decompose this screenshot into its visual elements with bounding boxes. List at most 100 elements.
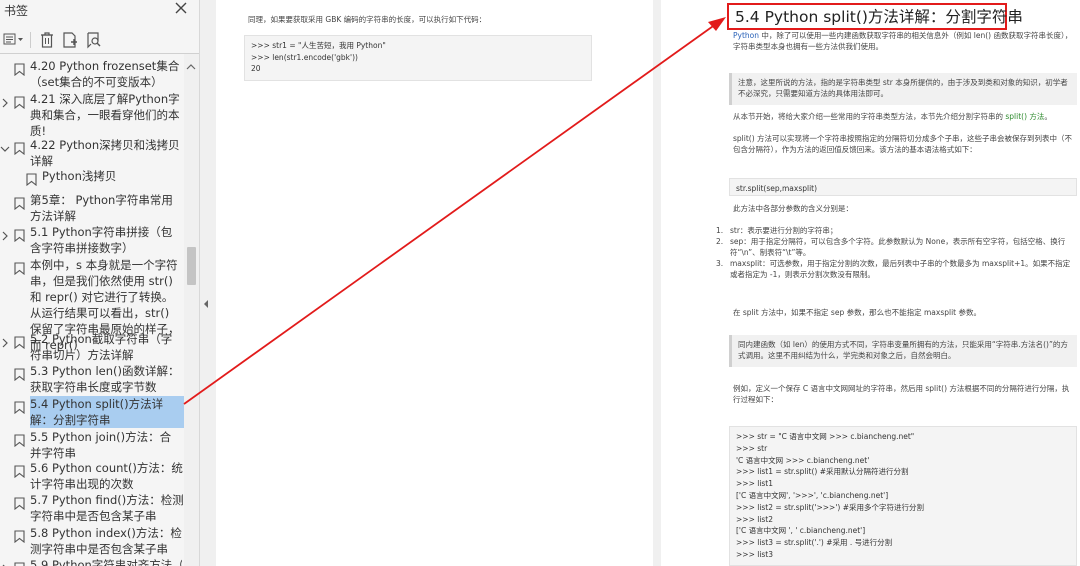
bookmark-icon [14, 366, 25, 382]
code-line: >>> str [736, 443, 768, 453]
bookmark-view-options-icon[interactable] [2, 30, 23, 50]
bookmark-icon [14, 463, 25, 479]
parameter-text: sep：用于指定分隔符，可以包含多个字符。此参数默认为 None，表示所有空字符… [730, 237, 1066, 257]
code-line: >>> list3 = str.split('.') #采用 . 号进行分割 [736, 538, 893, 548]
chevron-right-icon[interactable] [0, 227, 10, 241]
note-text: 同内建函数（如 len）的使用方式不同，字符串变量所拥有的方法，只能采用“字符串… [738, 340, 1068, 360]
code-line: >>> str = "C 语言中文网 >>> c.biancheng.net" [736, 432, 915, 441]
bookmark-icon [14, 260, 25, 276]
bookmark-list: 4.20 Python frozenset集合（set集合的不可变版本） 4.2… [0, 54, 184, 566]
page-paragraph: split() 方法可以实现将一个字符串按照指定的分隔符切分成多个子串，这些子串… [733, 134, 1073, 154]
bookmark-item[interactable]: 4.21 深入底层了解Python字典和集合，一眼看穿他们的本质! [0, 91, 184, 139]
chevron-right-icon[interactable] [0, 94, 10, 108]
delete-bookmark-icon[interactable] [37, 30, 57, 50]
bookmark-item[interactable]: 5.1 Python字符串拼接（包含字符串拼接数字） [0, 224, 184, 256]
parameter-item: 3. maxsplit：可选参数，用于指定分割的次数，最后列表中子串的个数最多为 … [716, 258, 1076, 280]
chevron-right-icon[interactable] [0, 334, 10, 348]
bookmark-icon [14, 560, 25, 566]
list-number: 3. [716, 259, 724, 268]
bookmark-item[interactable]: 第5章： Python字符串常用方法详解 [0, 192, 184, 224]
page-separator [653, 0, 661, 566]
list-number: 2. [716, 237, 724, 246]
bookmark-item[interactable]: 本例中，s 本身就是一个字符串，但是我们依然使用 str() 和 repr() … [0, 257, 184, 352]
parameter-text: maxsplit：可选参数，用于指定分割的次数，最后列表中子串的个数最多为 ma… [730, 259, 1071, 279]
code-block: >>> str1 = "人生苦短，我用 Python" >>> len(str1… [244, 35, 592, 81]
split-method-link[interactable]: split() 方法 [1005, 112, 1044, 121]
intro-text: 中，除了可以使用一些内建函数获取字符串的相关信息外（例如 len() 函数获取字… [733, 31, 1073, 51]
bookmark-icon [14, 495, 25, 511]
parameter-item: 2. sep：用于指定分隔符，可以包含多个字符。此参数默认为 None，表示所有空… [716, 236, 1076, 258]
bookmark-label: 第5章： Python字符串常用方法详解 [30, 193, 173, 223]
list-number: 1. [716, 226, 724, 235]
bookmark-item[interactable]: 5.7 Python find()方法：检测字符串中是否包含某子串 [0, 492, 184, 524]
note-text: 注意，这里所说的方法，指的是字符串类型 str 本身所提供的，由于涉及到类和对象… [738, 78, 1068, 98]
bookmark-item[interactable]: 5.8 Python index()方法：检测字符串中是否包含某子串 [0, 525, 184, 557]
bookmark-item[interactable]: 4.22 Python深拷贝和浅拷贝详解 [0, 137, 184, 169]
bookmark-label: 5.3 Python len()函数详解：获取字符串长度或字节数 [30, 364, 180, 394]
add-bookmark-icon[interactable] [60, 30, 80, 50]
bookmark-label: 4.20 Python frozenset集合（set集合的不可变版本） [30, 59, 180, 89]
bookmark-item[interactable]: 5.6 Python count()方法：统计字符串出现的次数 [0, 460, 184, 492]
scrollbar-thumb[interactable] [187, 247, 196, 285]
bookmark-item[interactable]: 5.3 Python len()函数详解：获取字符串长度或字节数 [0, 363, 184, 395]
bookmark-label: 5.7 Python find()方法：检测字符串中是否包含某子串 [30, 493, 184, 523]
syntax-block: str.split(sep,maxsplit) [729, 178, 1077, 196]
bookmark-icon [14, 195, 25, 211]
bookmark-label: 5.1 Python字符串拼接（包含字符串拼接数字） [30, 225, 173, 255]
code-line: >>> str1 = "人生苦短，我用 Python" [251, 41, 386, 50]
document-page-right: Python 中，除了可以使用一些内建函数获取字符串的相关信息外（例如 len(… [661, 0, 1080, 566]
code-line: >>> list1 = str.split() #采用默认分隔符进行分割 [736, 467, 909, 477]
code-line: ['C 语言中文网 ', ' c.biancheng.net'] [736, 526, 866, 536]
title-annotation-box: 5.4 Python split()方法详解：分割字符串 [727, 3, 1023, 30]
code-block: >>> str = "C 语言中文网 >>> c.biancheng.net" … [729, 426, 1077, 566]
bookmark-icon [14, 94, 25, 110]
bookmark-icon [14, 140, 25, 156]
bookmark-panel-title: 书签 [4, 4, 29, 18]
bookmark-panel-header: 书签 [0, 0, 199, 22]
bookmark-label: Python浅拷贝 [42, 169, 117, 183]
bookmark-item[interactable]: 4.20 Python frozenset集合（set集合的不可变版本） [0, 58, 184, 90]
close-icon[interactable] [172, 0, 190, 18]
note-box: 注意，这里所说的方法，指的是字符串类型 str 本身所提供的，由于涉及到类和对象… [729, 73, 1077, 105]
parameter-text: str：表示要进行分割的字符串； [730, 226, 838, 235]
bookmark-label: 5.4 Python split()方法详解：分割字符串 [30, 396, 184, 428]
bookmark-icon [26, 171, 37, 187]
code-line: >>> list2 [736, 514, 774, 524]
bookmark-item-selected[interactable]: 5.4 Python split()方法详解：分割字符串 [0, 396, 184, 428]
collapse-panel-icon[interactable] [201, 296, 211, 312]
para-text: 从本节开始，将给大家介绍一些常用的字符串类型方法，本节先介绍分割字符串的 [733, 112, 1006, 121]
code-line: >>> len(str1.encode('gbk')) [251, 52, 358, 62]
bookmark-label: 5.5 Python join()方法：合并字符串 [30, 430, 172, 460]
bookmark-label: 5.8 Python index()方法：检测字符串中是否包含某子串 [30, 526, 182, 556]
bookmark-icon [14, 61, 25, 77]
page-title: 5.4 Python split()方法详解：分割字符串 [735, 8, 1023, 26]
bookmark-toolbar [0, 30, 199, 52]
scroll-up-icon[interactable] [186, 56, 196, 70]
python-link[interactable]: Python [733, 31, 759, 40]
bookmark-item[interactable]: 5.5 Python join()方法：合并字符串 [0, 429, 184, 461]
note-box: 同内建函数（如 len）的使用方式不同，字符串变量所拥有的方法，只能采用“字符串… [729, 335, 1077, 367]
bookmark-item[interactable]: 5.2 Python截取字符串（字符串切片）方法详解 [0, 331, 184, 363]
code-line: ['C 语言中文网', '>>>', 'c.biancheng.net'] [736, 490, 889, 500]
code-line: >>> list2 = str.split('>>>') #采用多个字符进行分割 [736, 502, 924, 512]
bookmark-item[interactable]: 5.9 Python字符串对齐方法（ [0, 557, 184, 566]
parameter-list: 1. str：表示要进行分割的字符串； 2. sep：用于指定分隔符，可以包含多个字… [716, 225, 1076, 280]
page-paragraph: 同理，如果要获取采用 GBK 编码的字符串的长度，可以执行如下代码： [248, 15, 487, 24]
viewer-background [200, 0, 216, 566]
bookmark-panel: 书签 4.20 Python frozenset集合（set集合的不可变版本） … [0, 0, 200, 566]
bookmark-label: 5.2 Python截取字符串（字符串切片）方法详解 [30, 332, 173, 362]
bookmark-scrollbar[interactable] [184, 54, 199, 566]
code-line: >>> list1 [736, 479, 774, 489]
bookmark-label: 4.21 深入底层了解Python字典和集合，一眼看穿他们的本质! [30, 92, 180, 138]
page-paragraph: 在 split 方法中，如果不指定 sep 参数，那么也不能指定 maxspli… [733, 308, 981, 317]
chevron-right-icon[interactable] [0, 560, 10, 566]
bookmark-search-icon[interactable] [84, 30, 104, 50]
bookmark-label: 4.22 Python深拷贝和浅拷贝详解 [30, 138, 180, 168]
para-text: 。 [1044, 112, 1052, 121]
toolbar-separator [30, 32, 31, 48]
bookmark-label: 5.9 Python字符串对齐方法（ [30, 558, 182, 566]
bookmark-item[interactable]: Python浅拷贝 [0, 168, 184, 187]
page-paragraph: Python 中，除了可以使用一些内建函数获取字符串的相关信息外（例如 len(… [733, 30, 1073, 52]
chevron-down-icon[interactable] [0, 140, 10, 152]
code-line: str.split(sep,maxsplit) [736, 184, 818, 193]
